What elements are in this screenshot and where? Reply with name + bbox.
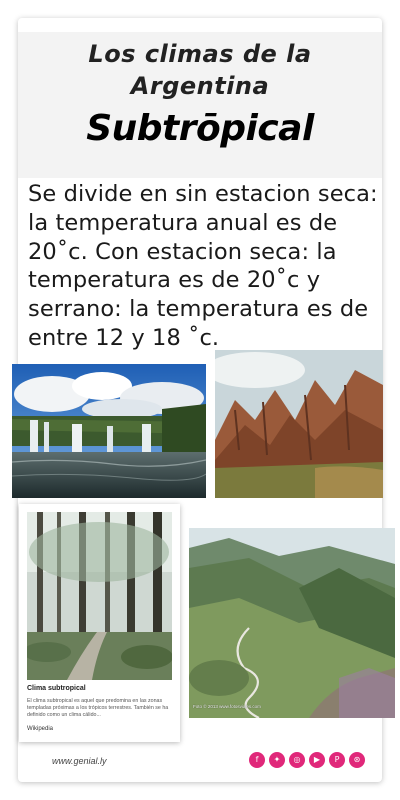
rock-formation-photo [215, 350, 383, 498]
pinterest-icon[interactable]: P [329, 752, 345, 768]
description-line: temperatura es de 20˚c y [28, 267, 321, 294]
twitter-icon[interactable]: ✦ [269, 752, 285, 768]
photo-credit: Foto © 2013 www.fotosviajes.com [193, 704, 261, 709]
wiki-card-description: El clima subtropical es aquel que predom… [27, 698, 169, 718]
forest-photo [27, 512, 172, 680]
climate-description: Se divide en sin estacion seca: la tempe… [28, 180, 384, 353]
description-line: serrano: la temperatura es de [28, 296, 369, 323]
facebook-icon[interactable]: f [249, 752, 265, 768]
description-line: 20˚c. Con estacion seca: la [28, 238, 337, 265]
wiki-card-source[interactable]: Wikipedia [27, 726, 53, 732]
page-title-line2: Argentina [130, 72, 270, 100]
waterfall-photo [12, 364, 206, 498]
genially-link[interactable]: www.genial.ly [52, 756, 107, 766]
mountain-valley-photo [189, 528, 395, 718]
dribbble-icon[interactable]: ⊛ [349, 752, 365, 768]
wiki-card-title: Clima subtropical [27, 685, 86, 692]
instagram-icon[interactable]: ◎ [289, 752, 305, 768]
description-line: entre 12 y 18 ˚c. [28, 324, 220, 351]
youtube-icon[interactable]: ▶ [309, 752, 325, 768]
description-line: la temperatura anual es de [28, 209, 338, 236]
page-subtitle: Subtrōpical [86, 108, 314, 149]
description-line: Se divide en sin estacion seca: [28, 181, 378, 207]
page-title-line1: Los climas de la [88, 40, 312, 68]
